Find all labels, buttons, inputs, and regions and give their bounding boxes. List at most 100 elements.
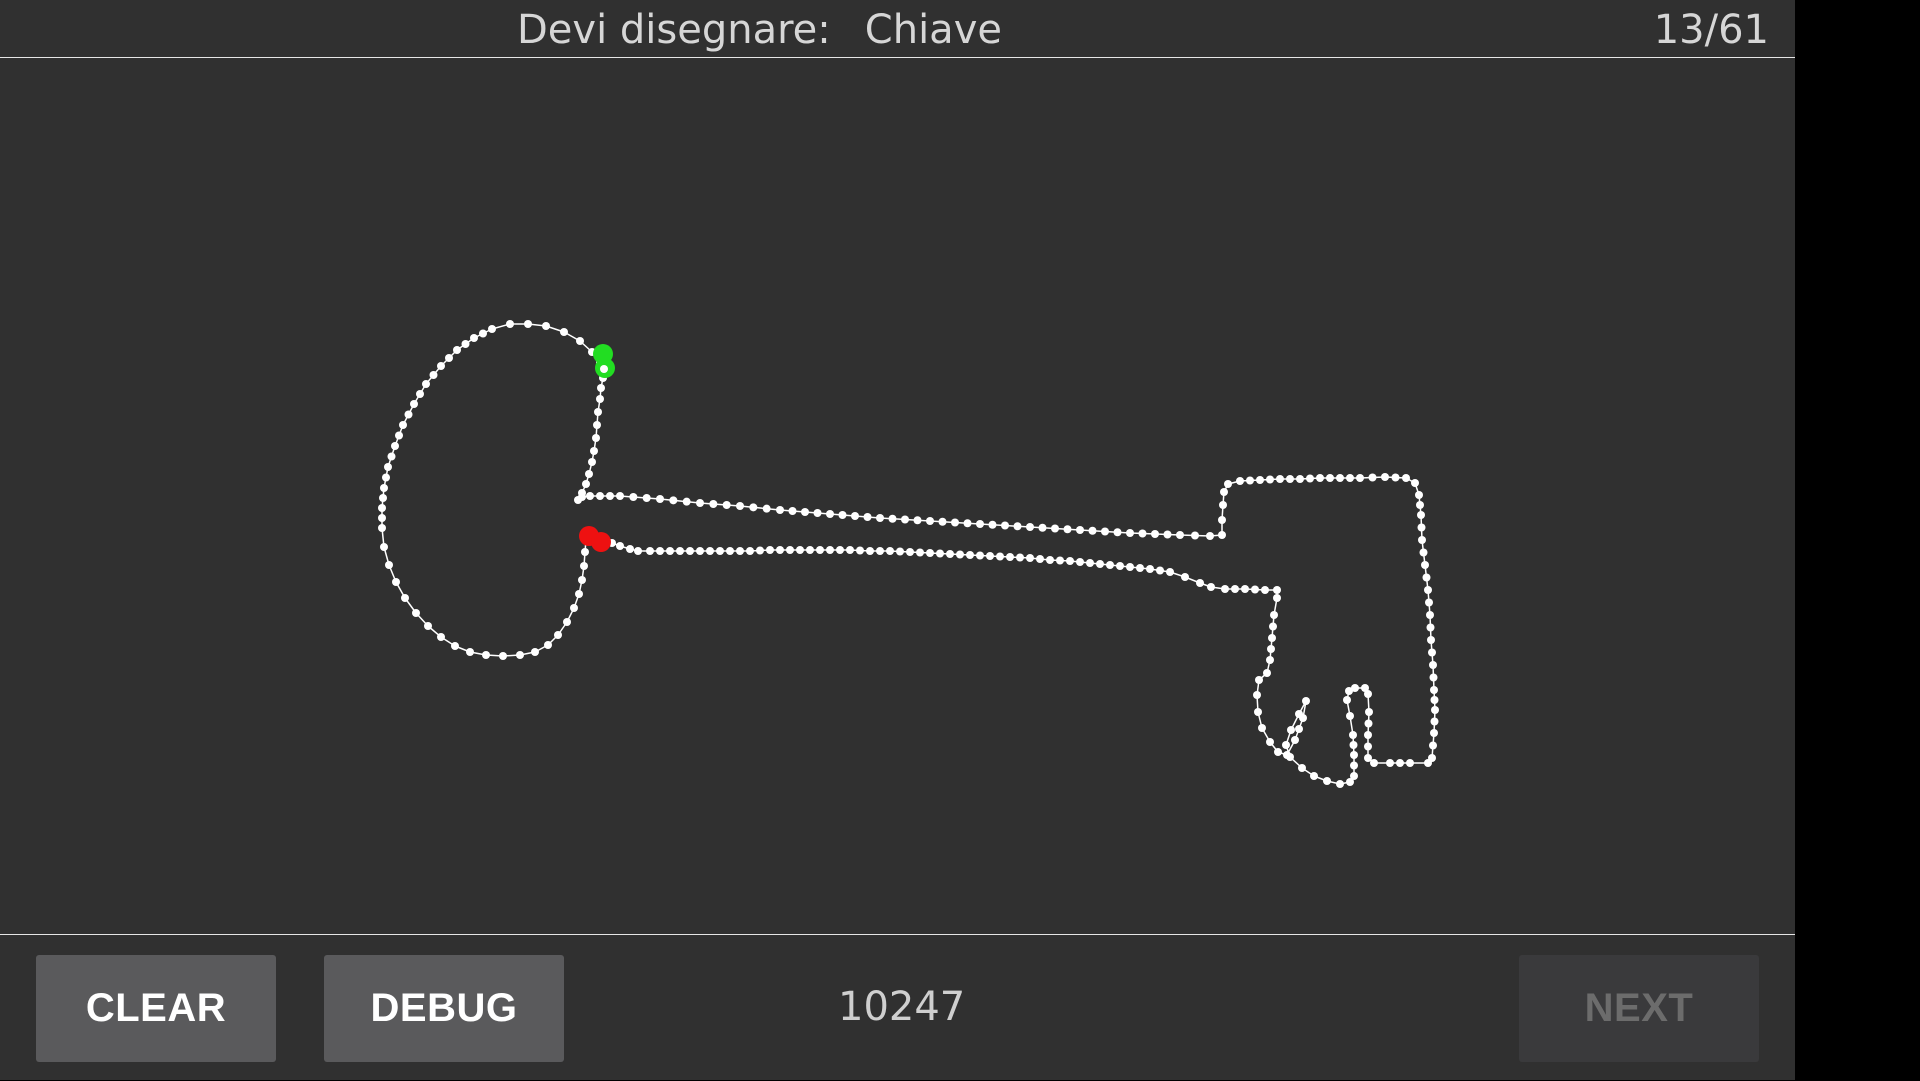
stroke-point (1364, 731, 1372, 739)
stroke-point (1396, 759, 1404, 767)
stroke-point (1411, 479, 1419, 487)
stroke-point (876, 514, 884, 522)
stroke-point (461, 340, 470, 348)
stroke-point (722, 501, 731, 509)
stroke-point (762, 504, 771, 513)
stroke-point (1428, 648, 1436, 657)
stroke-point (946, 550, 954, 558)
stroke-point (656, 495, 664, 503)
stroke-point (696, 499, 704, 507)
stroke-point (1266, 738, 1274, 746)
stroke-point (1270, 611, 1278, 619)
stroke-point (1263, 669, 1271, 677)
stroke-point (1256, 476, 1264, 484)
stroke-point (629, 493, 638, 501)
stroke-point (1196, 579, 1204, 587)
stroke-point (437, 362, 445, 370)
stroke-point (776, 506, 784, 514)
stroke-point (851, 512, 859, 520)
stroke-markers (579, 344, 615, 552)
stroke-point (445, 354, 453, 362)
stroke-point (906, 548, 914, 556)
stroke-point (531, 648, 539, 656)
stroke-point (575, 590, 583, 598)
stroke-point (886, 547, 894, 555)
stroke-point (1219, 501, 1227, 509)
drawn-strokes (378, 320, 1439, 788)
stroke-point (706, 547, 714, 555)
stroke-point (963, 519, 972, 528)
stroke-point (709, 500, 718, 508)
drawing-canvas[interactable] (0, 58, 1795, 934)
stroke-point (410, 400, 418, 408)
stroke-point (788, 507, 797, 515)
stroke-point (1406, 759, 1414, 767)
stroke-point (646, 547, 654, 555)
stroke-point (1156, 566, 1164, 575)
stroke-point (1063, 525, 1072, 534)
stroke-point (916, 548, 924, 557)
stroke-point (1218, 531, 1226, 539)
stroke-point (578, 576, 586, 584)
stroke-point (1221, 585, 1229, 593)
stroke-point (606, 492, 614, 500)
stroke-point (1176, 531, 1184, 539)
stroke-point (1088, 526, 1097, 535)
clear-button[interactable]: CLEAR (36, 955, 276, 1062)
stroke-point (422, 380, 430, 388)
stroke-point (516, 651, 524, 659)
stroke-point (570, 604, 578, 612)
stroke-point (524, 320, 532, 328)
stroke-point (596, 492, 604, 500)
stroke-point (1038, 523, 1047, 532)
stroke-point (786, 546, 794, 554)
stroke-point (1268, 634, 1276, 642)
stroke-point (1126, 529, 1134, 537)
stroke-point (1146, 565, 1154, 573)
stroke-point (1166, 568, 1174, 576)
stroke-point (1364, 742, 1372, 751)
stroke-point (634, 547, 642, 555)
stroke-point (1269, 622, 1277, 631)
stroke-point (1224, 480, 1232, 488)
stroke-point (776, 546, 784, 554)
stroke-point (1306, 474, 1314, 483)
stroke-point (1291, 736, 1299, 744)
stroke-point (544, 641, 552, 649)
stroke-point (1349, 731, 1357, 739)
stroke-point (736, 502, 744, 510)
stroke-point (1296, 475, 1304, 483)
stroke-point (1422, 573, 1431, 582)
stroke-point (669, 496, 678, 505)
stroke-point (1258, 724, 1266, 732)
stroke-point (1056, 556, 1064, 565)
progress-counter: 13/61 (1653, 7, 1769, 53)
stroke-point (1356, 474, 1364, 482)
stroke-point (479, 329, 487, 338)
stroke-point (1126, 563, 1134, 571)
stroke-point (756, 546, 764, 555)
stroke-point (1429, 661, 1437, 669)
stroke-point (642, 494, 651, 502)
stroke-point (1220, 488, 1228, 496)
stroke-point (826, 510, 834, 518)
stroke-point (1286, 475, 1294, 483)
stroke-point (1181, 573, 1189, 581)
stroke-point (1430, 717, 1439, 726)
stroke-point (1266, 475, 1274, 484)
stroke-point (616, 492, 624, 500)
stroke-point (1386, 759, 1394, 767)
stroke-point (1241, 585, 1249, 593)
next-button[interactable]: NEXT (1519, 955, 1759, 1062)
stroke-point (380, 543, 388, 551)
stroke-dots (378, 320, 1439, 788)
stroke-point (399, 421, 407, 429)
stroke-point (1421, 561, 1429, 569)
debug-button[interactable]: DEBUG (324, 955, 564, 1062)
stroke-point (1096, 560, 1104, 568)
stroke-point (1076, 558, 1084, 566)
header-bar: Devi disegnare: Chiave 13/61 (0, 0, 1795, 58)
stroke-point (466, 648, 474, 656)
stroke-point (451, 642, 459, 650)
stroke-point (1302, 697, 1310, 705)
